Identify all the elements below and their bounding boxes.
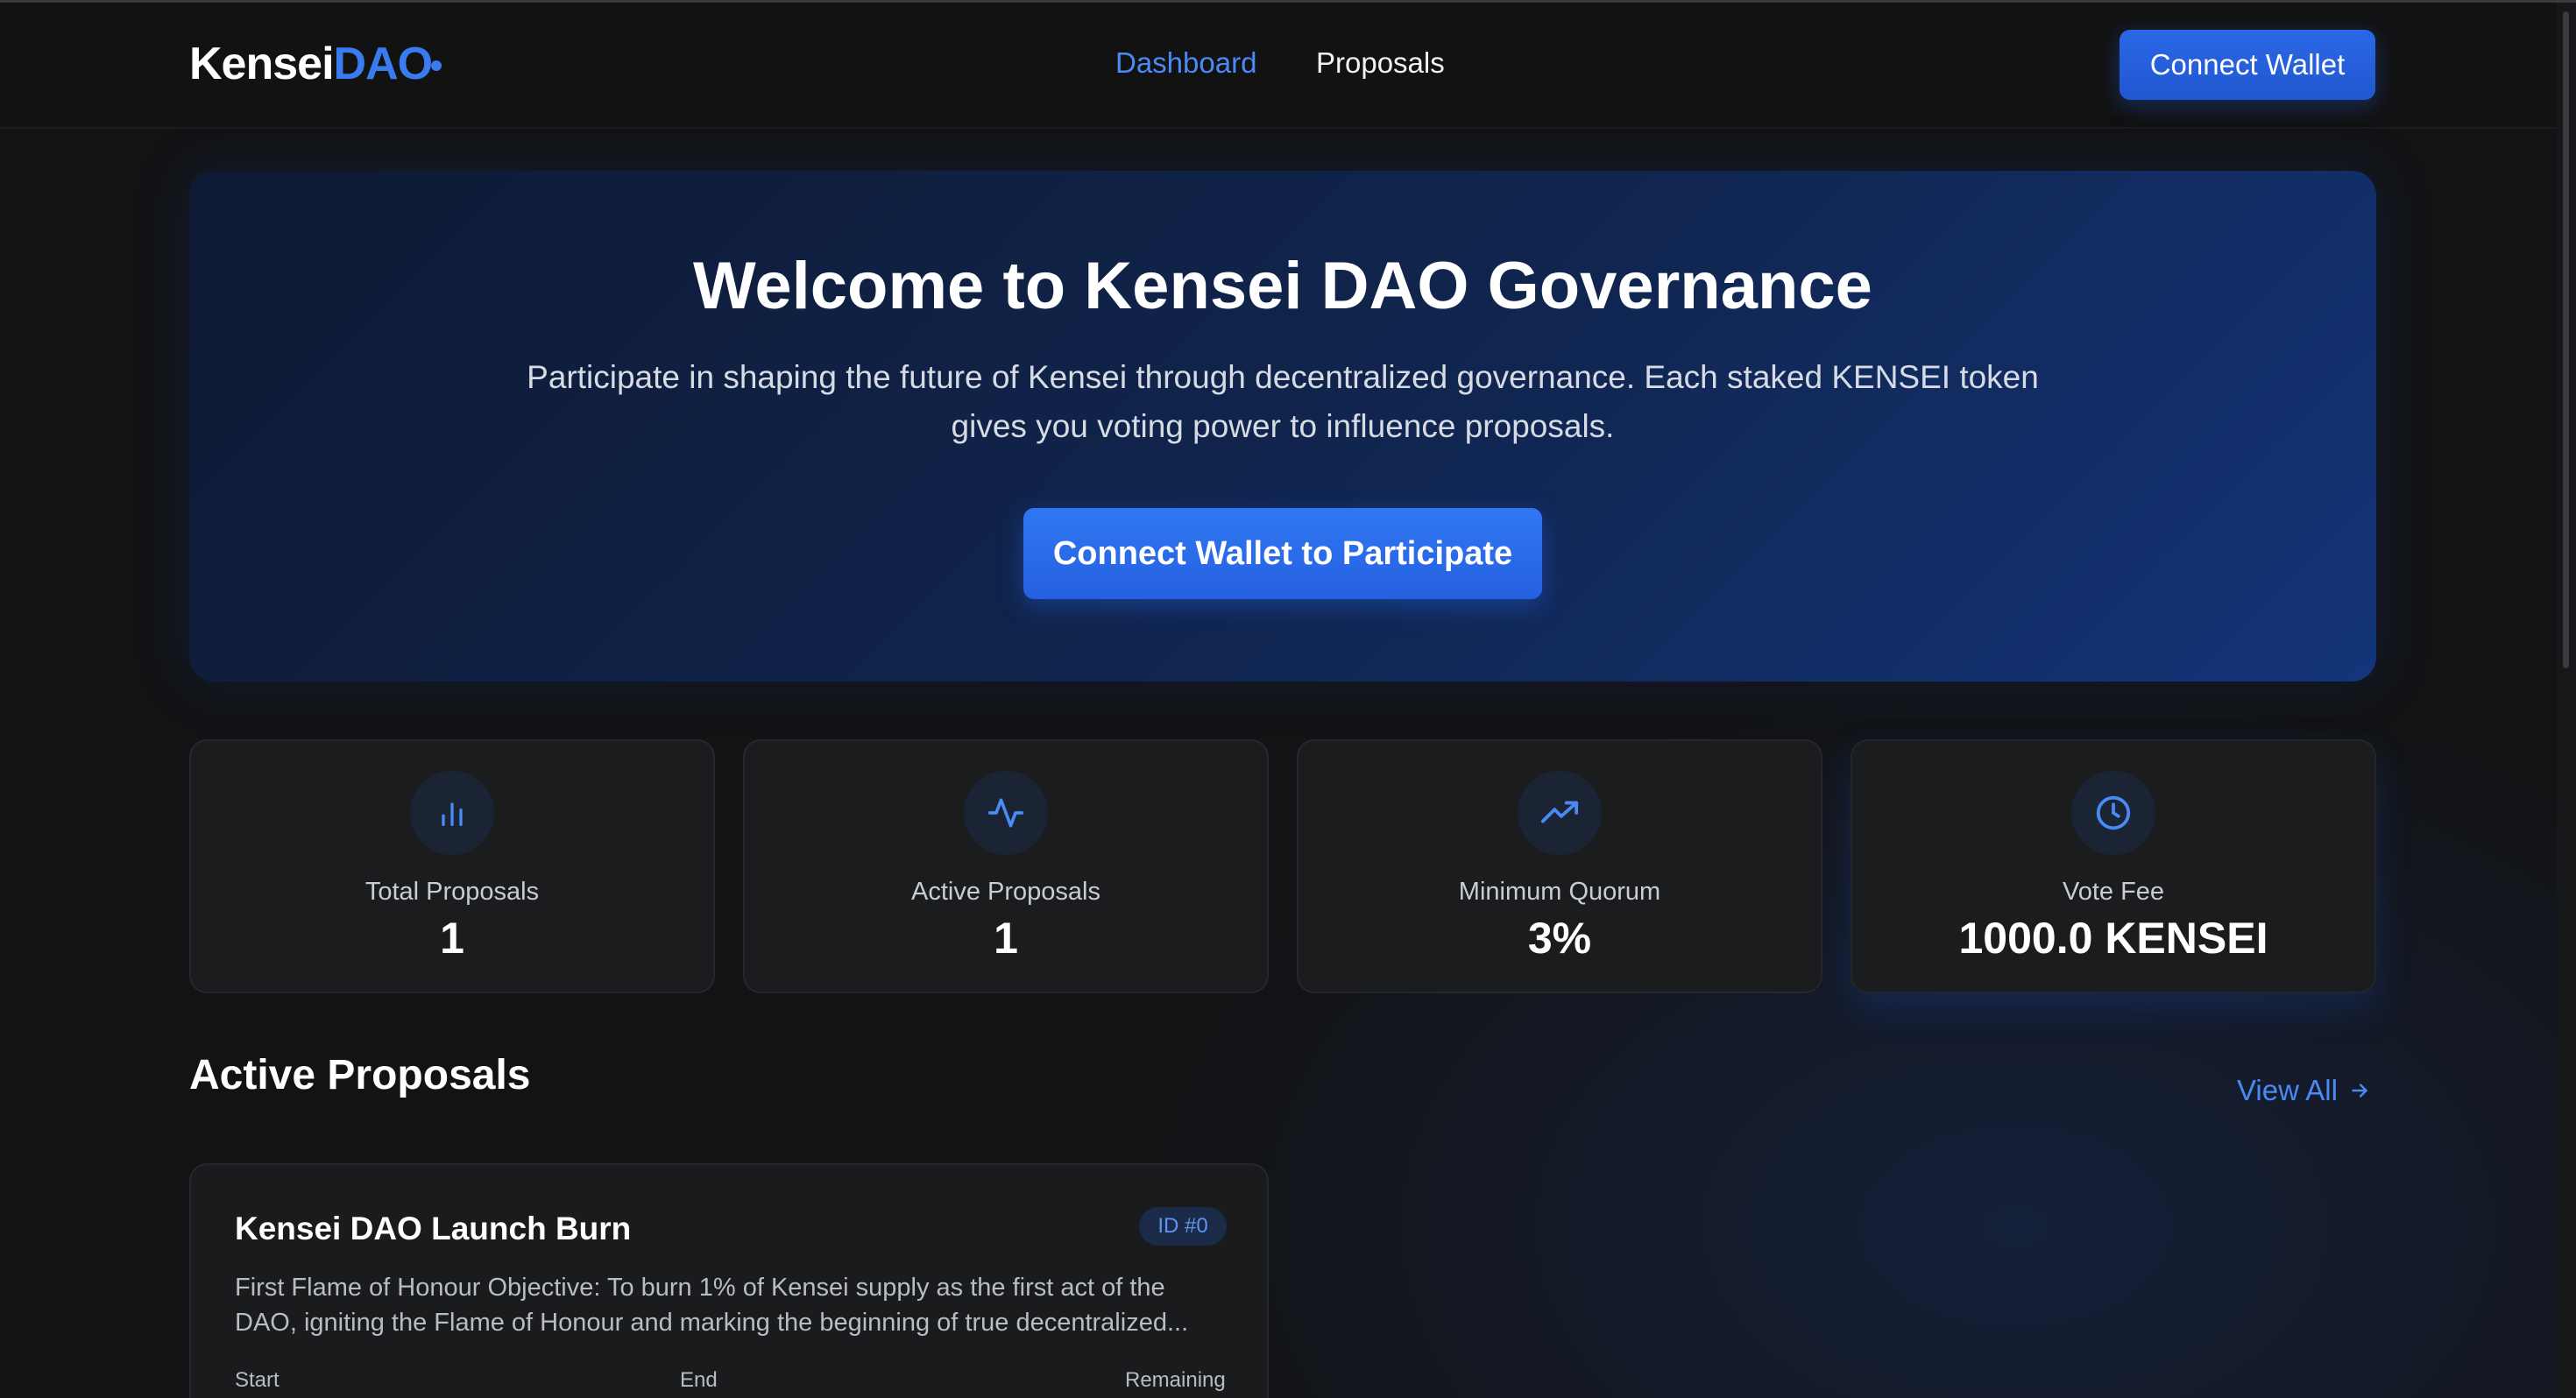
proposal-title: Kensei DAO Launch Burn — [235, 1211, 632, 1246]
proposal-id-badge: ID #0 — [1139, 1207, 1227, 1246]
proposal-remaining-label: Remaining — [1125, 1368, 1226, 1392]
proposal-card[interactable]: Kensei DAO Launch Burn ID #0 First Flame… — [189, 1163, 1269, 1398]
clock-icon — [2071, 771, 2155, 855]
bar-chart-icon — [410, 771, 494, 855]
brand-dot-icon — [431, 60, 442, 71]
nav-link-dashboard[interactable]: Dashboard — [1115, 46, 1256, 80]
arrow-right-icon — [2352, 1084, 2367, 1098]
stat-card-vote-fee: Vote Fee 1000.0 KENSEI — [1851, 739, 2376, 993]
hero-banner: Welcome to Kensei DAO Governance Partici… — [189, 171, 2376, 681]
stat-label: Total Proposals — [364, 878, 540, 906]
stat-value: 1000.0 KENSEI — [1958, 914, 2268, 963]
app-window: KenseiDAO Dashboard Proposals Connect Wa… — [0, 0, 2576, 1398]
stat-label: Vote Fee — [2062, 878, 2165, 906]
stat-card-minimum-quorum: Minimum Quorum 3% — [1297, 739, 1822, 993]
stat-value: 1 — [994, 914, 1018, 963]
navbar: KenseiDAO Dashboard Proposals Connect Wa… — [0, 3, 2557, 129]
stat-card-total-proposals: Total Proposals 1 — [189, 739, 715, 993]
nav-link-proposals[interactable]: Proposals — [1316, 46, 1445, 80]
hero-title: Welcome to Kensei DAO Governance — [693, 249, 1872, 323]
stat-value: 1 — [440, 914, 464, 963]
stat-label: Minimum Quorum — [1458, 878, 1661, 906]
hero-subtitle: Participate in shaping the future of Ken… — [527, 359, 2039, 444]
brand-logo[interactable]: KenseiDAO — [189, 38, 434, 90]
page-scrollbar[interactable] — [2557, 3, 2576, 1398]
connect-wallet-button[interactable]: Connect Wallet — [2120, 30, 2375, 100]
proposal-start-label: Start — [235, 1368, 280, 1392]
proposal-end-label: End — [680, 1368, 718, 1392]
view-all-label: View All — [2237, 1074, 2338, 1106]
brand-name-part1: Kensei — [189, 39, 335, 89]
connect-wallet-participate-button[interactable]: Connect Wallet to Participate — [1023, 508, 1542, 599]
active-proposals-heading: Active Proposals — [189, 1052, 531, 1098]
stat-value: 3% — [1527, 914, 1592, 963]
activity-icon — [964, 771, 1048, 855]
view-all-link[interactable]: View All — [2237, 1074, 2371, 1107]
scrollbar-thumb[interactable] — [2563, 11, 2569, 668]
brand-name-part2: DAO — [333, 39, 434, 89]
proposal-description: First Flame of Honour Objective: To burn… — [235, 1274, 1189, 1337]
trending-up-icon — [1518, 771, 1602, 855]
stat-card-active-proposals: Active Proposals 1 — [743, 739, 1269, 993]
stat-label: Active Proposals — [911, 878, 1100, 906]
